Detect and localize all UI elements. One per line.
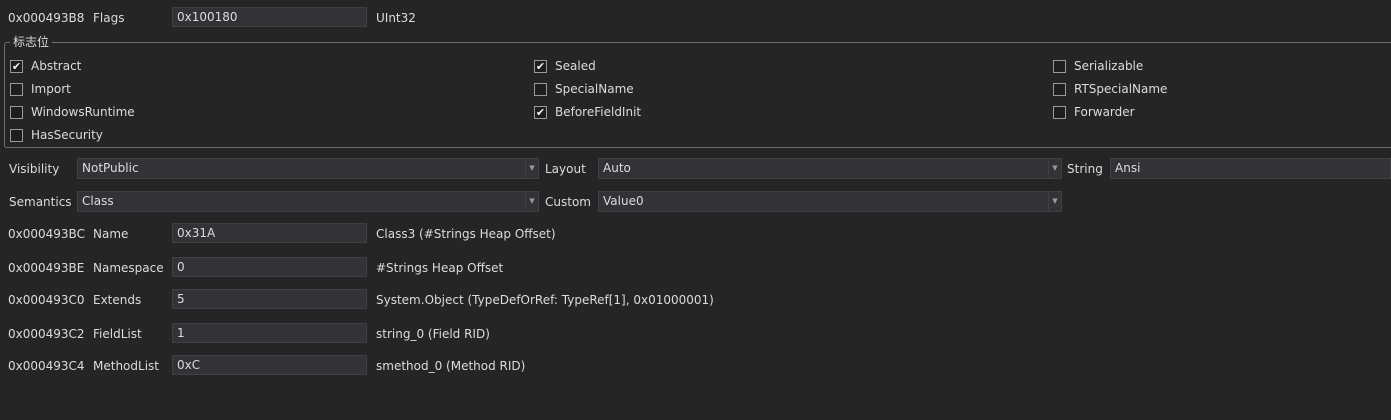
chevron-down-icon: ▼: [525, 192, 538, 211]
checkbox-label: HasSecurity: [31, 128, 103, 142]
check-icon: [1053, 105, 1066, 119]
semantics-select[interactable]: Class ▼: [77, 191, 539, 212]
namespace-input[interactable]: 0: [172, 257, 367, 277]
name-input[interactable]: 0x31A: [172, 223, 367, 243]
row-offset: 0x000493BE: [8, 261, 85, 275]
fieldlist-input[interactable]: 1: [172, 323, 367, 343]
check-icon: ✔: [534, 105, 547, 119]
row-desc: System.Object (TypeDefOrRef: TypeRef[1],…: [376, 293, 714, 307]
checkbox-serializable[interactable]: Serializable: [1053, 58, 1143, 74]
checkbox-import[interactable]: Import: [10, 81, 71, 97]
checkbox-beforefieldinit[interactable]: ✔ BeforeFieldInit: [534, 104, 641, 120]
chevron-down-icon: ▼: [525, 159, 538, 178]
check-icon: [10, 128, 23, 142]
visibility-value: NotPublic: [82, 161, 139, 175]
row-desc: Class3 (#Strings Heap Offset): [376, 227, 556, 241]
check-icon: [10, 105, 23, 119]
row-desc: #Strings Heap Offset: [376, 261, 504, 275]
check-icon: ✔: [10, 59, 23, 73]
chevron-down-icon: ▼: [1048, 159, 1061, 178]
semantics-value: Class: [82, 194, 114, 208]
checkbox-rtspecialname[interactable]: RTSpecialName: [1053, 81, 1167, 97]
string-value: Ansi: [1115, 161, 1141, 175]
checkbox-label: RTSpecialName: [1074, 82, 1168, 96]
flags-desc: UInt32: [376, 11, 416, 25]
row-name: MethodList: [93, 359, 159, 373]
string-label: String: [1067, 162, 1103, 176]
string-select[interactable]: Ansi: [1110, 158, 1391, 179]
row-desc: string_0 (Field RID): [376, 327, 490, 341]
check-icon: [10, 82, 23, 96]
checkbox-label: Abstract: [31, 59, 82, 73]
flags-input[interactable]: 0x100180: [172, 7, 367, 27]
check-icon: ✔: [534, 59, 547, 73]
flags-groupbox: [4, 42, 1391, 148]
checkbox-windowsruntime[interactable]: WindowsRuntime: [10, 104, 135, 120]
row-name: Name: [93, 227, 129, 241]
layout-value: Auto: [603, 161, 631, 175]
custom-value: Value0: [603, 194, 644, 208]
custom-select[interactable]: Value0 ▼: [598, 191, 1062, 212]
row-offset: 0x000493C0: [8, 293, 85, 307]
methodlist-input[interactable]: 0xC: [172, 355, 367, 375]
layout-select[interactable]: Auto ▼: [598, 158, 1062, 179]
custom-label: Custom: [545, 195, 591, 209]
row-name: Extends: [93, 293, 142, 307]
extends-input[interactable]: 5: [172, 289, 367, 309]
checkbox-abstract[interactable]: ✔ Abstract: [10, 58, 81, 74]
check-icon: [534, 82, 547, 96]
checkbox-sealed[interactable]: ✔ Sealed: [534, 58, 596, 74]
checkbox-label: Sealed: [555, 59, 596, 73]
visibility-label: Visibility: [9, 162, 60, 176]
check-icon: [1053, 59, 1066, 73]
checkbox-label: Import: [31, 82, 71, 96]
checkbox-forwarder[interactable]: Forwarder: [1053, 104, 1135, 120]
chevron-down-icon: ▼: [1048, 192, 1061, 211]
row-name: FieldList: [93, 327, 142, 341]
row-offset: 0x000493C2: [8, 327, 85, 341]
check-icon: [1053, 82, 1066, 96]
layout-label: Layout: [545, 162, 586, 176]
checkbox-hassecurity[interactable]: HasSecurity: [10, 127, 103, 143]
flags-label: Flags: [93, 11, 125, 25]
groupbox-title: 标志位: [10, 34, 53, 50]
row-name: Namespace: [93, 261, 164, 275]
semantics-label: Semantics: [9, 195, 72, 209]
row-desc: smethod_0 (Method RID): [376, 359, 526, 373]
row-offset: 0x000493BC: [8, 227, 85, 241]
row-offset: 0x000493C4: [8, 359, 85, 373]
flags-offset: 0x000493B8: [8, 11, 85, 25]
checkbox-label: SpecialName: [555, 82, 634, 96]
checkbox-label: BeforeFieldInit: [555, 105, 642, 119]
visibility-select[interactable]: NotPublic ▼: [77, 158, 539, 179]
checkbox-label: WindowsRuntime: [31, 105, 135, 119]
checkbox-specialname[interactable]: SpecialName: [534, 81, 634, 97]
checkbox-label: Serializable: [1074, 59, 1144, 73]
checkbox-label: Forwarder: [1074, 105, 1135, 119]
